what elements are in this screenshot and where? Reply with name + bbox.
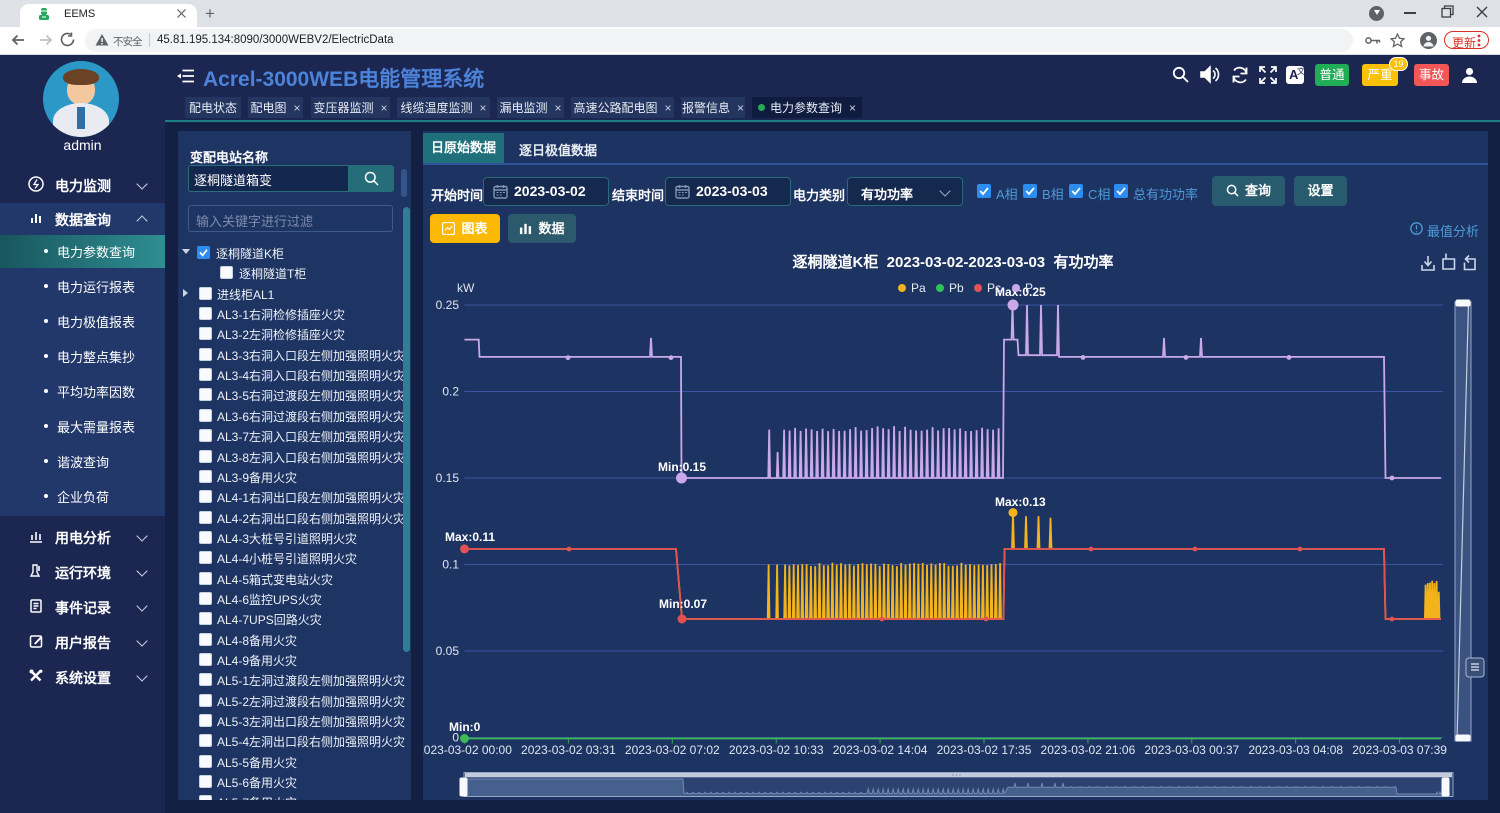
svg-text:2023-03-03 00:37: 2023-03-03 00:37 <box>1144 743 1239 757</box>
svg-text:0.2: 0.2 <box>442 385 459 399</box>
svg-text:Pc: Pc <box>987 281 1001 295</box>
svg-text:2023-03-02 10:33: 2023-03-02 10:33 <box>729 743 824 757</box>
svg-text:Min:0.15: Min:0.15 <box>658 460 706 474</box>
svg-text:2023-03-02 21:06: 2023-03-02 21:06 <box>1041 743 1136 757</box>
svg-text:Pa: Pa <box>911 281 926 295</box>
svg-text:2023-03-03 04:08: 2023-03-03 04:08 <box>1248 743 1343 757</box>
svg-text:Max:0.11: Max:0.11 <box>445 530 495 544</box>
svg-text:0.1: 0.1 <box>442 558 459 572</box>
svg-text:逐桐隧道K柜 2023-03-02-2023-03-03: 逐桐隧道K柜 2023-03-02-2023-03-03 有功功率 <box>793 253 1114 271</box>
svg-text:2023-03-02 17:35: 2023-03-02 17:35 <box>937 743 1032 757</box>
svg-text:Min:0: Min:0 <box>449 720 481 734</box>
svg-text:2023-03-03 07:39: 2023-03-03 07:39 <box>1352 743 1447 757</box>
svg-text:Pb: Pb <box>949 281 964 295</box>
svg-text:P: P <box>1025 281 1033 295</box>
svg-text:0.25: 0.25 <box>436 298 460 312</box>
svg-text:2023-03-02 00:00: 2023-03-02 00:00 <box>423 743 512 757</box>
svg-text:2023-03-02 03:31: 2023-03-02 03:31 <box>521 743 616 757</box>
svg-text:2023-03-02 07:02: 2023-03-02 07:02 <box>625 743 720 757</box>
svg-text:0.15: 0.15 <box>436 471 460 485</box>
svg-text:Max:0.25: Max:0.25 <box>995 285 1046 299</box>
svg-text:Max:0.13: Max:0.13 <box>995 495 1046 509</box>
svg-text:0.05: 0.05 <box>436 644 460 658</box>
svg-text:2023-03-02 14:04: 2023-03-02 14:04 <box>833 743 928 757</box>
svg-text:Min:0.07: Min:0.07 <box>659 597 707 611</box>
svg-text:kW: kW <box>457 281 475 295</box>
